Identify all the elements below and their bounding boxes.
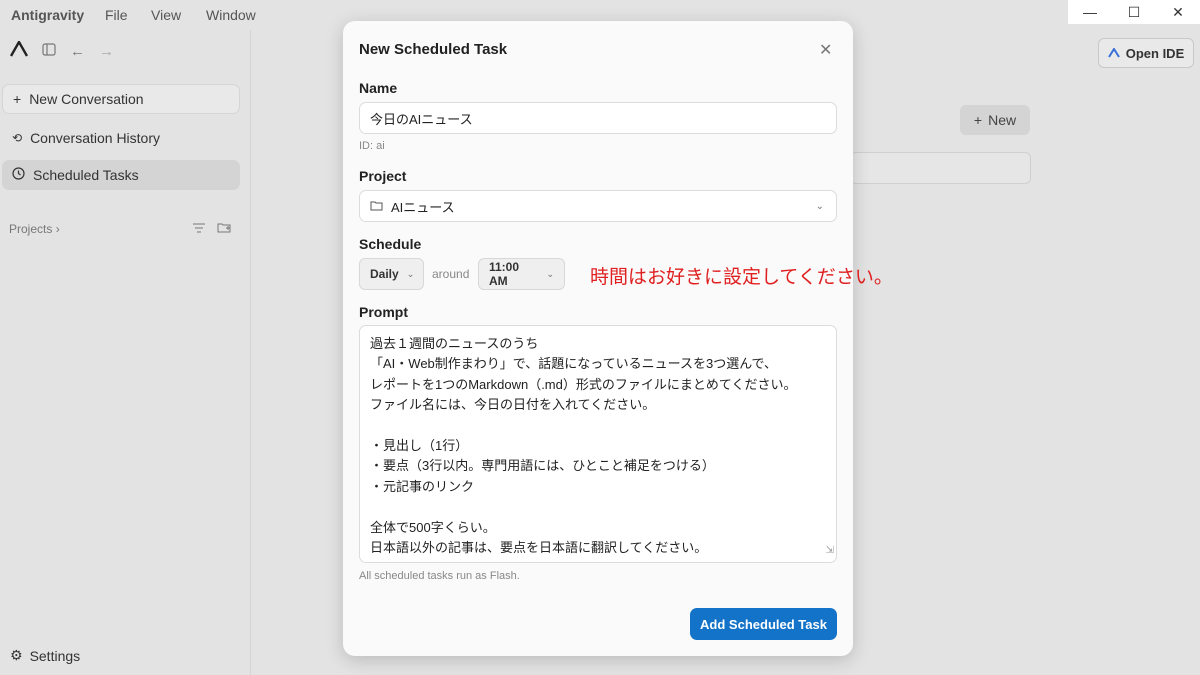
scheduled-tasks-label: Scheduled Tasks <box>33 167 139 183</box>
antigravity-logo-icon <box>1107 46 1120 61</box>
add-scheduled-task-button[interactable]: Add Scheduled Task <box>690 608 837 640</box>
minimize-button[interactable]: — <box>1068 0 1112 24</box>
filter-icon[interactable] <box>193 221 205 236</box>
new-scheduled-task-dialog: New Scheduled Task ✕ Name 今日のAIニュース ID: … <box>343 21 853 656</box>
prompt-line <box>370 416 826 436</box>
prompt-line: ・見出し（1行） <box>370 437 469 453</box>
menu-view[interactable]: View <box>151 7 181 23</box>
project-value: AIニュース <box>391 199 455 215</box>
id-hint: ID: ai <box>359 140 385 152</box>
chevron-right-icon: › <box>55 222 60 236</box>
prompt-line: レポートを1つのMarkdown（.md）形式のファイルにまとめてください。 <box>370 376 797 392</box>
forward-arrow-icon[interactable]: → <box>99 43 114 60</box>
schedule-label: Schedule <box>359 236 422 252</box>
close-icon[interactable]: ✕ <box>819 40 832 60</box>
conversation-history-label: Conversation History <box>30 130 160 146</box>
prompt-line: 「AI・Web制作まわり」で、話題になっているニュースを3つ選んで、 <box>370 356 778 372</box>
around-label: around <box>432 267 470 281</box>
projects-header[interactable]: Projects › <box>9 222 60 236</box>
menu-file[interactable]: File <box>105 7 128 23</box>
chevron-down-icon: ⌄ <box>546 268 554 279</box>
prompt-line: 過去１週間のニュースのうち <box>370 336 539 351</box>
name-input[interactable]: 今日のAIニュース <box>359 102 837 134</box>
clock-icon <box>12 167 25 183</box>
project-select[interactable]: AIニュース ⌄ <box>359 190 837 222</box>
maximize-button[interactable]: ☐ <box>1112 0 1156 24</box>
new-conversation-button[interactable]: + New Conversation <box>2 84 240 114</box>
gear-icon: ⚙ <box>10 647 23 663</box>
prompt-line: ・元記事のリンク <box>370 478 475 494</box>
scheduled-tasks-item[interactable]: Scheduled Tasks <box>2 160 240 190</box>
open-ide-button[interactable]: Open IDE <box>1098 38 1194 68</box>
flash-hint: All scheduled tasks run as Flash. <box>359 570 520 582</box>
prompt-line <box>370 497 826 517</box>
frequency-select[interactable]: Daily ⌄ <box>359 258 424 290</box>
chevron-down-icon: ⌄ <box>815 200 824 212</box>
name-label: Name <box>359 80 398 96</box>
frequency-value: Daily <box>370 267 399 281</box>
dialog-title: New Scheduled Task <box>359 41 508 58</box>
logo-icon <box>9 40 29 61</box>
projects-label: Projects <box>9 222 53 236</box>
close-window-button[interactable]: ✕ <box>1156 0 1200 24</box>
new-task-label: New <box>988 112 1017 128</box>
prompt-line: ・要点（3行以内。専門用語には、ひとこと補足をつける） <box>370 458 715 474</box>
sidebar: ← → + New Conversation ⟲ Conversation Hi… <box>0 30 251 675</box>
settings-item[interactable]: ⚙ Settings <box>10 647 80 664</box>
prompt-line: ファイル名には、今日の日付を入れてください。 <box>370 397 656 413</box>
toggle-sidebar-icon[interactable] <box>42 42 56 60</box>
prompt-line: 全体で500字くらい。 <box>370 519 496 535</box>
new-conversation-label: New Conversation <box>29 91 144 107</box>
settings-label: Settings <box>29 647 81 664</box>
menu-app[interactable]: Antigravity <box>11 7 84 23</box>
menu-window[interactable]: Window <box>206 7 256 23</box>
time-select[interactable]: 11:00 AM ⌄ <box>478 258 565 290</box>
back-arrow-icon[interactable]: ← <box>70 43 85 60</box>
prompt-textarea[interactable]: 過去１週間のニュースのうち 「AI・Web制作まわり」で、話題になっているニュー… <box>359 325 837 563</box>
new-task-button[interactable]: + New <box>960 105 1030 135</box>
folder-icon <box>370 199 383 214</box>
plus-icon: + <box>973 112 983 128</box>
chevron-down-icon: ⌄ <box>406 268 415 279</box>
conversation-history-item[interactable]: ⟲ Conversation History <box>2 123 240 153</box>
plus-icon: + <box>13 91 22 107</box>
annotation-text: 時間はお好きに設定してください。 <box>590 267 893 288</box>
resize-handle-icon[interactable]: ⇲ <box>826 541 834 561</box>
open-ide-label: Open IDE <box>1125 45 1185 61</box>
time-value: 11:00 AM <box>489 260 520 288</box>
background-search-field[interactable] <box>850 152 1031 184</box>
prompt-label: Prompt <box>359 304 408 320</box>
project-label: Project <box>359 168 407 184</box>
history-icon: ⟲ <box>12 131 23 145</box>
new-folder-icon[interactable] <box>217 221 231 236</box>
prompt-line: 日本語以外の記事は、要点を日本語に翻訳してください。 <box>370 539 708 555</box>
